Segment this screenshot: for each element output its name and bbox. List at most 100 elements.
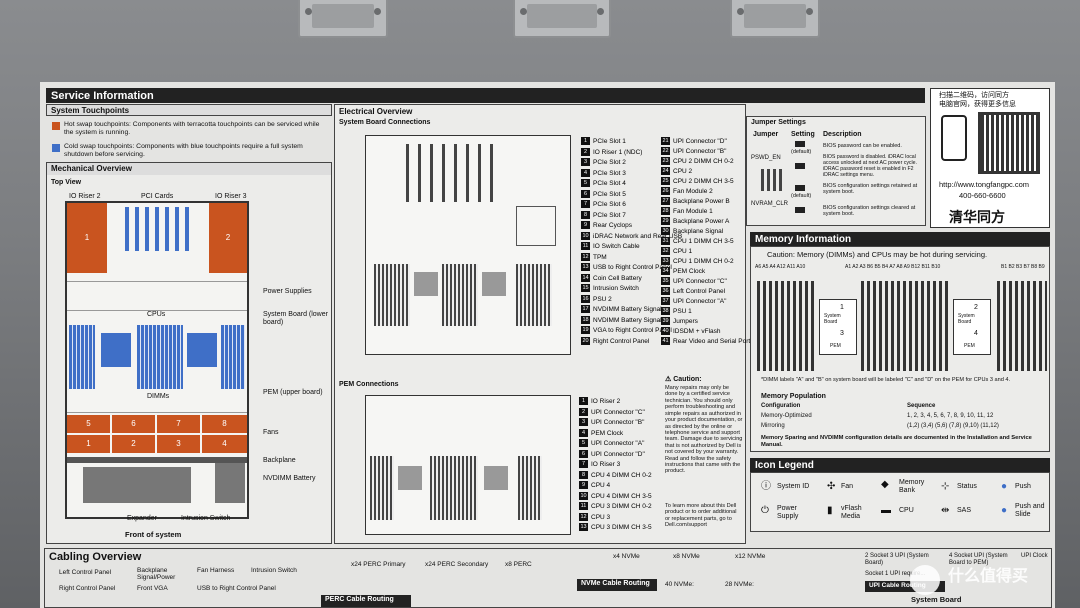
sb-cpu1-dimms: [374, 264, 410, 326]
top-view-label: Top View: [51, 179, 82, 186]
upi-4socket: 4 Socket UPI (System Board to PEM): [949, 553, 1008, 566]
pem-number: 7: [579, 460, 588, 469]
sb-row: 23 CPU 2 DIMM CH 0-2: [661, 157, 734, 168]
sb-row: 26 Fan Module 2: [661, 187, 713, 198]
jumper-section: Jumper Settings Jumper Setting Descripti…: [746, 116, 926, 226]
pem-cpu4-dimms: [370, 456, 394, 520]
sb-row: 33 CPU 1 DIMM CH 0-2: [661, 257, 734, 268]
power-supply-icon: ⏻: [761, 505, 769, 516]
sb-number: 29: [661, 217, 670, 226]
fan-6: 6: [112, 415, 155, 433]
nvdimm-battery-block: [215, 463, 245, 503]
push-icon: ●: [1001, 481, 1008, 492]
cold-swap-text: Cold swap touchpoints: Components with b…: [64, 143, 303, 158]
dimm-bank-right: [221, 325, 245, 389]
sb-label: PCIe Slot 4: [593, 180, 626, 187]
pem-diagram: [365, 395, 571, 535]
pem-row: 4 PEM Clock: [579, 428, 624, 440]
pem-label: CPU 3: [591, 513, 611, 521]
fan-1: 1: [67, 435, 110, 453]
sb-row: 18 NVDIMM Battery Signal: [581, 315, 662, 327]
intrusion-switch-label: Intrusion Switch: [181, 515, 231, 522]
pem-row: 10 CPU 4 DIMM CH 3-5: [579, 491, 652, 503]
sb-row: 16 PSU 2: [581, 294, 612, 306]
sb-number: 2: [581, 147, 590, 156]
sb-label: PEM Clock: [673, 268, 706, 275]
sb-label: Backplane Signal: [673, 228, 724, 235]
cpu-left: [101, 333, 131, 367]
jumper-pin-1: [795, 141, 805, 147]
service-info-title: Service Information: [46, 88, 925, 103]
upi-system-board: System Board: [911, 595, 962, 604]
jumper-desc-2: BIOS password is disabled. iDRAC local a…: [823, 154, 917, 178]
memory-population-title: Memory Population: [761, 393, 826, 400]
pem-label: CPU 4 DIMM CH 3-5: [591, 492, 652, 500]
watermark-logo-icon: [910, 565, 940, 595]
icon-memory-bank: Memory Bank: [899, 479, 925, 495]
qr-line1: 扫描二维码，访问同方: [939, 92, 1009, 99]
pem-label: PEM Clock: [591, 429, 624, 437]
sb-label: Fan Module 2: [673, 188, 713, 195]
pem-row: 5 UPI Connector "A": [579, 439, 644, 450]
nvme-x12: x12 NVMe: [735, 553, 766, 560]
pswd-en-label: PSWD_EN: [751, 155, 781, 161]
cable-front-vga: Front VGA: [137, 585, 168, 592]
sb-row: 30 Backplane Signal: [661, 227, 723, 238]
nvdimm-battery-label: NVDIMM Battery: [263, 475, 316, 482]
sysboard-label-right: System Board: [958, 313, 975, 325]
sb-number: 38: [661, 307, 670, 316]
qr-url: http://www.tongfangpc.com: [939, 180, 1030, 189]
sb-label: UPI Connector "B": [673, 148, 727, 155]
sb-label: Rear Video and Serial Port: [673, 338, 751, 345]
memory-cpu-pem: 2 System Board 4 PEM: [953, 299, 991, 355]
cabling-section: Cabling Overview Left Control Panel Back…: [44, 548, 1052, 608]
sb-row: 31 CPU 1 DIMM CH 3-5: [661, 237, 734, 248]
memory-sequence-header: Sequence: [907, 403, 936, 409]
dimms-label: DIMMs: [147, 393, 170, 400]
sb-label: PCIe Slot 7: [593, 211, 626, 219]
pem-label: UPI Connector "A": [591, 440, 645, 447]
sb-number: 13: [581, 263, 590, 272]
brand-logo: 清华同方: [949, 209, 1005, 225]
sb-label: CPU 1 DIMM CH 3-5: [673, 238, 734, 245]
sb-row: 8 PCIe Slot 7: [581, 210, 626, 222]
sb-number: 18: [581, 315, 590, 324]
sb-number: 19: [581, 326, 590, 335]
jumper-default-2: (default): [791, 193, 812, 199]
cable-left-control: Left Control Panel: [59, 569, 112, 576]
jumper-desc-1: BIOS password can be enabled.: [823, 143, 902, 149]
dimm-bank-left: [69, 325, 95, 389]
cable-backplane: Backplane Signal/Power: [137, 567, 176, 582]
sb-label: IO Switch Cable: [593, 243, 640, 250]
sb-number: 8: [581, 210, 590, 219]
mechanical-title: Mechanical Overview: [47, 163, 331, 175]
memory-mirror-label: Mirroring: [761, 423, 785, 429]
memory-labels-left: A6 A5 A4 A12 A11 A10: [755, 264, 806, 270]
sb-label: PCIe Slot 2: [593, 159, 626, 166]
pem-row: 9 CPU 4: [579, 481, 610, 492]
pem-label: UPI Connector "C": [591, 408, 645, 416]
sb-cpu1-dimms-b: [442, 264, 478, 326]
sb-label: PSU 2: [593, 295, 612, 303]
pem-number: 11: [579, 502, 588, 511]
pem-mid-dimms: [430, 456, 478, 520]
cpu4-marker: 4: [974, 330, 978, 337]
upi-clock: UPI Clock: [1021, 553, 1048, 559]
perc-primary: x24 PERC Primary: [351, 561, 406, 568]
pem-label: CPU 4 DIMM CH 0-2: [591, 471, 652, 479]
pem-number: 10: [579, 491, 588, 500]
icon-push-slide: Push and Slide: [1015, 503, 1045, 519]
sb-row: 25 CPU 2 DIMM CH 3-5: [661, 177, 734, 188]
watermark: 什么值得买: [948, 568, 1029, 585]
latch-left: [298, 0, 388, 38]
sb-number: 24: [661, 167, 670, 176]
sas-icon: ⇹: [941, 505, 950, 516]
sb-row: 38 PSU 1: [661, 307, 692, 318]
sb-number: 40: [661, 327, 670, 336]
fan-3: 3: [157, 435, 200, 453]
sb-row: 7 PCIe Slot 6: [581, 200, 626, 211]
phone-scan-icon: [941, 115, 967, 161]
sb-row: 34 PEM Clock: [661, 267, 705, 278]
sb-row: 21 UPI Connector "D": [661, 137, 727, 148]
pem-marker-left: PEM: [830, 343, 841, 349]
